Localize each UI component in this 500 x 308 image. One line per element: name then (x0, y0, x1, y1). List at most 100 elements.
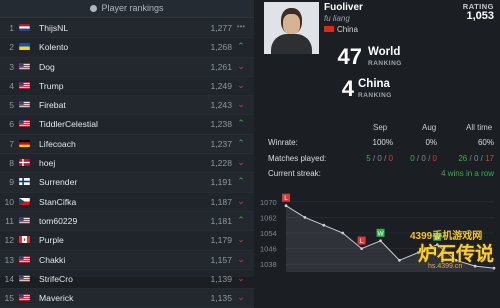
trend-down-icon: ⌄ (237, 99, 245, 110)
rank-number: 1 (9, 23, 14, 33)
winrate-label: Winrate: (268, 138, 298, 147)
ranking-row[interactable]: 15 Maverick 1,135 ⌄ (0, 289, 254, 308)
ranking-row[interactable]: 12 Purple 1,179 ⌄ (0, 231, 254, 251)
matches-aug: 0 / 0 / 0 (410, 154, 437, 163)
ranking-row[interactable]: 6 TiddlerCelestial 1,238 ⌃ (0, 115, 254, 135)
trend-down-icon: ⌄ (237, 79, 245, 90)
rankings-panel: Player rankings 1 ThijsNL 1,277 ••• 2 Kolento… (0, 0, 254, 308)
stats-col-all: All time (466, 123, 493, 132)
trend-same-icon: ••• (236, 22, 246, 31)
player-name-link[interactable]: Maverick (39, 293, 73, 303)
ranking-row[interactable]: 7 Lifecoach 1,237 ⌃ (0, 134, 254, 155)
rating-point[interactable] (398, 258, 401, 262)
rating-point[interactable] (379, 239, 382, 243)
rating-point[interactable] (341, 231, 345, 235)
player-name-link[interactable]: TiddlerCelestial (39, 119, 98, 129)
player-rating: 1,268 (210, 42, 232, 53)
player-name-link[interactable]: Kolento (39, 42, 68, 52)
country-rank-sub: RANKING (358, 92, 392, 99)
rank-number: 6 (9, 119, 14, 130)
player-rating: 1,187 (210, 196, 232, 207)
player-name-link[interactable]: hoej (39, 158, 55, 168)
y-tick-label: 1054 (260, 229, 277, 238)
rank-number: 15 (4, 293, 14, 304)
player-name-link[interactable]: Firebat (39, 100, 66, 110)
trend-down-icon: ⌄ (237, 157, 245, 168)
trend-down-icon: ⌄ (237, 195, 245, 206)
trend-up-icon: ⌃ (237, 214, 245, 225)
player-name-link[interactable]: ThijsNL (39, 23, 68, 33)
player-name-link[interactable]: Purple (39, 235, 64, 245)
avatar (264, 2, 319, 54)
player-name-link[interactable]: Lifecoach (39, 139, 76, 149)
ranking-row[interactable]: 13 Chakki 1,157 ⌄ (0, 250, 254, 270)
country-rank-number: 4 (341, 76, 354, 101)
player-name-link[interactable]: Chakki (39, 255, 65, 265)
player-rating: 1,228 (210, 158, 232, 169)
player-rating: 1,238 (210, 119, 232, 130)
player-rating: 1,191 (210, 177, 232, 188)
result-marker-label: L (284, 195, 288, 202)
rating-point[interactable] (284, 204, 288, 208)
ranking-row[interactable]: 10 StanCifka 1,187 ⌄ (0, 193, 254, 212)
player-rating: 1,135 (210, 293, 232, 304)
winrate-all: 60% (477, 138, 494, 147)
y-tick-label: 1070 (260, 198, 277, 207)
user-icon (90, 5, 98, 12)
trend-up-icon: ⌃ (237, 118, 245, 129)
rating-point[interactable] (303, 216, 307, 219)
ranking-row[interactable]: 2 Kolento 1,268 ⌃ (0, 38, 254, 58)
ranking-row[interactable]: 3 Dog 1,261 ⌄ (0, 57, 254, 77)
trend-up-icon: ⌃ (237, 41, 245, 52)
player-name-link[interactable]: StanCifka (39, 197, 76, 207)
ranking-row[interactable]: 5 Firebat 1,243 ⌄ (0, 96, 254, 116)
winrate-aug: 0% (425, 138, 437, 147)
player-name-link[interactable]: tom60229 (39, 216, 77, 226)
winrate-sep: 100% (372, 138, 393, 147)
matches-label: Matches played: (268, 154, 327, 163)
player-name-link[interactable]: Dog (39, 62, 55, 72)
rating-value: 1,053 (466, 10, 494, 22)
trend-down-icon: ⌄ (237, 292, 245, 303)
ranking-row[interactable]: 9 Surrender 1,191 ⌃ (0, 173, 254, 193)
matches-all: 26 / 0 / 17 (458, 154, 494, 163)
rank-number: 11 (5, 215, 14, 226)
player-rating: 1,261 (210, 61, 232, 72)
player-rating: 1,181 (210, 215, 232, 226)
player-real-name: fu liang (324, 14, 350, 23)
profile-panel: Fuoliver fu liang China RATING 1,053 47 … (258, 0, 500, 277)
trend-down-icon: ⌄ (237, 272, 245, 283)
y-tick-label: 1038 (260, 260, 277, 269)
rank-number: 10 (4, 196, 14, 207)
y-tick-label: 1046 (260, 245, 277, 254)
ranking-row[interactable]: 4 Trump 1,249 ⌄ (0, 77, 254, 97)
china-flag-icon (324, 26, 334, 32)
ranking-row[interactable]: 8 hoej 1,228 ⌄ (0, 154, 254, 174)
rank-number: 5 (9, 100, 14, 111)
player-rating: 1,277 (210, 23, 232, 33)
player-country-label: China (337, 25, 358, 34)
matches-sep: 5 / 0 / 0 (366, 154, 393, 163)
world-rank-sub: RANKING (368, 60, 402, 67)
player-rating: 1,157 (210, 254, 232, 265)
world-rank-label: World (368, 46, 401, 58)
stats-col-sep: Sep (373, 123, 388, 132)
watermark-line2: 炉石传说 (418, 244, 495, 265)
streak-label: Current streak: (268, 169, 321, 178)
trend-down-icon: ⌄ (237, 60, 245, 71)
stats-col-aug: Aug (422, 123, 437, 132)
player-rating: 1,243 (210, 100, 232, 111)
player-name-link[interactable]: Trump (39, 81, 64, 91)
rating-point[interactable] (360, 247, 364, 250)
rankings-list: 1 ThijsNL 1,277 ••• 2 Kolento 1,268 ⌃ 3 Dog 1,261 ⌄… (0, 19, 254, 308)
rank-number: 12 (4, 235, 14, 246)
player-name-link[interactable]: StrifeCro (39, 274, 73, 284)
rankings-header: Player rankings (0, 0, 254, 18)
player-name-link[interactable]: Surrender (39, 177, 77, 187)
ranking-row[interactable]: 11 tom60229 1,181 ⌃ (0, 211, 254, 232)
ranking-row[interactable]: 14 StrifeCro 1,139 ⌄ (0, 270, 254, 290)
ranking-row[interactable]: 1 ThijsNL 1,277 ••• (0, 19, 254, 39)
rating-point[interactable] (322, 223, 326, 227)
streak-value: 4 wins in a row (441, 169, 494, 178)
player-rating: 1,237 (210, 138, 232, 149)
